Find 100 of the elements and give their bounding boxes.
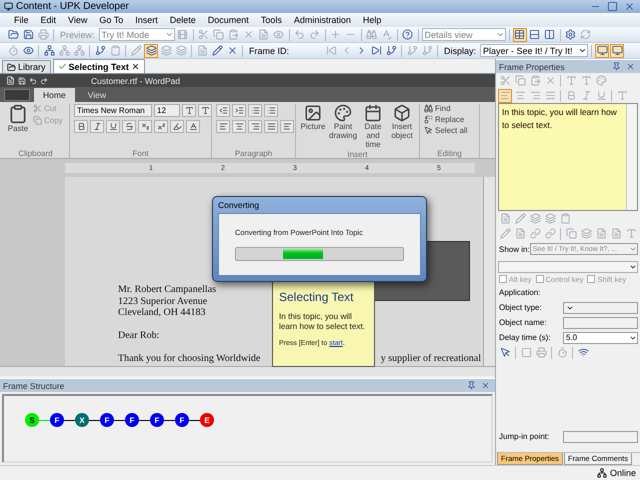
field-label: Delay time (s): bbox=[499, 333, 551, 342]
bullet-list-icon[interactable] bbox=[248, 104, 262, 117]
first-frame-icon[interactable] bbox=[324, 44, 338, 58]
cube-icon bbox=[393, 104, 411, 122]
application-menu-button[interactable] bbox=[4, 89, 30, 101]
screen-icon[interactable] bbox=[595, 44, 610, 58]
menu-item[interactable]: Administration bbox=[288, 15, 357, 25]
help-icon[interactable] bbox=[400, 28, 415, 42]
mode-select[interactable]: Try It! Mode bbox=[98, 28, 175, 41]
select-field[interactable] bbox=[563, 302, 638, 314]
branch-icon[interactable] bbox=[42, 44, 56, 58]
replace-icon bbox=[424, 115, 433, 124]
document-tab[interactable]: Library bbox=[2, 60, 51, 73]
menu-item[interactable]: Insert bbox=[129, 15, 164, 25]
save-icon[interactable] bbox=[21, 28, 35, 42]
superscript-icon[interactable] bbox=[154, 120, 168, 133]
editing-button[interactable]: Select all bbox=[424, 126, 468, 135]
menu-item[interactable]: View bbox=[62, 15, 94, 25]
document-line: Thank you for choosing Worldwide bbox=[118, 353, 260, 364]
align-left-icon[interactable] bbox=[216, 120, 230, 133]
underline-icon[interactable] bbox=[106, 120, 120, 133]
copy-icon[interactable] bbox=[564, 226, 578, 240]
properties-icon[interactable] bbox=[564, 28, 578, 42]
paste-button[interactable]: Paste bbox=[6, 104, 30, 149]
edit-icon[interactable] bbox=[513, 212, 527, 226]
bold-icon[interactable] bbox=[74, 120, 88, 133]
display-select[interactable]: Player - See It! / Try It! bbox=[480, 44, 588, 57]
insert-button[interactable]: Picture bbox=[300, 104, 326, 150]
ribbon-tab[interactable]: Home bbox=[34, 88, 75, 102]
rectangle-icon[interactable] bbox=[519, 346, 533, 360]
menu-item[interactable]: Help bbox=[356, 15, 388, 25]
frame-node[interactable]: F bbox=[125, 413, 139, 427]
horizontal-scrollbar[interactable] bbox=[0, 366, 495, 376]
grow-font-icon[interactable] bbox=[182, 104, 196, 117]
open-folder-icon[interactable] bbox=[6, 28, 20, 42]
editing-button[interactable]: Replace bbox=[424, 115, 468, 124]
insert-button[interactable]: Insert object bbox=[389, 104, 415, 150]
font-family-select[interactable]: Times New Roman bbox=[74, 104, 152, 117]
frame-node[interactable]: F bbox=[175, 413, 189, 427]
split-vertical-icon[interactable] bbox=[542, 28, 557, 42]
split-horizontal-icon[interactable] bbox=[528, 28, 542, 42]
select-field[interactable]: 5.0 bbox=[563, 332, 638, 344]
align-right-icon[interactable] bbox=[248, 120, 262, 133]
edit-page-icon[interactable] bbox=[210, 44, 224, 58]
menu-item[interactable]: Delete bbox=[164, 15, 202, 25]
printer-icon[interactable] bbox=[534, 346, 548, 360]
vertical-scrollbar[interactable] bbox=[483, 177, 495, 366]
caret-icon bbox=[629, 263, 637, 271]
pointer-icon[interactable] bbox=[498, 346, 512, 360]
subscript-icon[interactable] bbox=[138, 120, 152, 133]
frame-node[interactable]: F bbox=[150, 413, 164, 427]
copy-icon[interactable] bbox=[513, 74, 527, 88]
input-field[interactable] bbox=[563, 316, 638, 328]
insert-button[interactable]: Date and time bbox=[360, 104, 386, 150]
line-spacing-icon[interactable] bbox=[264, 104, 278, 117]
editing-button[interactable]: Find bbox=[424, 104, 468, 113]
italic-icon[interactable] bbox=[90, 120, 104, 133]
details-view-icon[interactable] bbox=[512, 28, 527, 42]
decrease-indent-icon[interactable] bbox=[216, 104, 230, 117]
frame-node[interactable]: S bbox=[25, 413, 39, 427]
highlighter-icon[interactable] bbox=[170, 120, 184, 133]
align-center-icon[interactable] bbox=[232, 120, 246, 133]
clipboard-icon bbox=[8, 104, 28, 124]
menu-item[interactable]: File bbox=[8, 15, 35, 25]
ribbon-tab[interactable]: View bbox=[78, 88, 115, 102]
input-field[interactable] bbox=[563, 430, 638, 442]
menu-item[interactable]: Document bbox=[202, 15, 255, 25]
film-icon[interactable] bbox=[176, 28, 190, 42]
path-icon[interactable] bbox=[93, 44, 107, 58]
frame-node[interactable]: X bbox=[75, 413, 89, 427]
last-frame-icon[interactable] bbox=[369, 44, 384, 58]
insert-button[interactable]: Paint drawing bbox=[329, 104, 357, 150]
branch-icon[interactable] bbox=[384, 44, 398, 58]
edit-icon[interactable] bbox=[498, 226, 512, 240]
close-icon[interactable] bbox=[130, 62, 140, 71]
justify-icon[interactable] bbox=[264, 120, 278, 133]
font-color-icon[interactable] bbox=[186, 120, 200, 133]
connector-line bbox=[139, 420, 150, 421]
cut-icon[interactable] bbox=[498, 74, 512, 88]
view-select[interactable]: Details view bbox=[422, 28, 506, 41]
strikethrough-icon[interactable] bbox=[122, 120, 136, 133]
menu-item[interactable]: Go To bbox=[93, 15, 130, 25]
link-icon[interactable] bbox=[528, 226, 542, 240]
document-line: 1223 Superior Avenue bbox=[118, 296, 208, 307]
link-icon[interactable] bbox=[543, 226, 557, 240]
action-select[interactable] bbox=[498, 261, 638, 273]
menu-item[interactable]: Tools bbox=[254, 15, 288, 25]
frame-node[interactable]: F bbox=[100, 413, 114, 427]
shrink-font-icon[interactable] bbox=[198, 104, 212, 117]
menu-item[interactable]: Edit bbox=[34, 15, 62, 25]
font-size-select[interactable]: 12 bbox=[154, 104, 180, 117]
screen-icon[interactable] bbox=[610, 44, 624, 58]
paragraph-icon[interactable] bbox=[280, 120, 294, 133]
color-icon[interactable] bbox=[594, 74, 608, 88]
frames-icon[interactable] bbox=[144, 44, 158, 58]
maximize-icon[interactable] bbox=[605, 0, 619, 14]
increase-indent-icon[interactable] bbox=[232, 104, 246, 117]
document-tab[interactable]: Selecting Text bbox=[52, 59, 145, 73]
frame-node[interactable]: F bbox=[50, 413, 64, 427]
frame-node[interactable]: E bbox=[200, 413, 214, 427]
